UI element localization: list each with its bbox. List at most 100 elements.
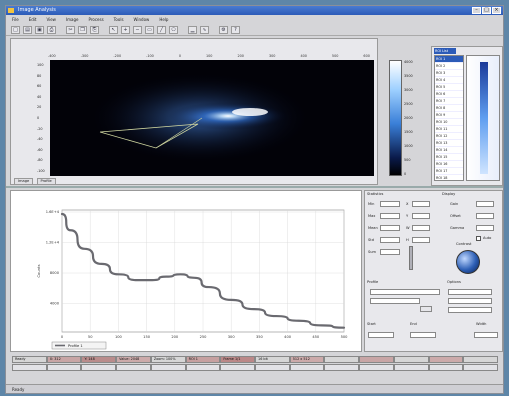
roi-list-item[interactable]: ROI 11 xyxy=(435,126,463,133)
polygon-icon[interactable]: ⬠ xyxy=(169,26,178,34)
menu-window[interactable]: Window xyxy=(134,16,150,24)
roi-list-item[interactable]: ROI 2 xyxy=(435,63,463,70)
h-field[interactable] xyxy=(412,237,430,243)
image-x-tick: 400 xyxy=(300,54,307,58)
settings-icon[interactable]: ⚙ xyxy=(219,26,228,34)
auto-checkbox[interactable] xyxy=(476,236,481,241)
zoom-in-icon[interactable]: + xyxy=(121,26,130,34)
splitter[interactable] xyxy=(6,186,503,188)
status-cell: 16 bit xyxy=(255,356,290,363)
y-field[interactable] xyxy=(412,213,430,219)
vertical-slider[interactable] xyxy=(409,246,413,270)
roi-list-item[interactable]: ROI 16 xyxy=(435,161,463,168)
roi-list-item[interactable]: ROI 4 xyxy=(435,77,463,84)
roi-icon[interactable]: ▭ xyxy=(145,26,154,34)
gain-field[interactable] xyxy=(476,201,494,207)
width-field[interactable] xyxy=(474,332,498,338)
roi-list-item[interactable]: ROI 14 xyxy=(435,147,463,154)
close-button[interactable]: × xyxy=(492,7,501,14)
help-icon[interactable]: ? xyxy=(231,26,240,34)
option-field-1[interactable] xyxy=(448,289,492,295)
roi-list-item[interactable]: ROI 15 xyxy=(435,154,463,161)
image-canvas[interactable] xyxy=(50,60,374,176)
width-label: Width xyxy=(476,322,487,326)
menu-edit[interactable]: Edit xyxy=(29,16,37,24)
colorbar-tick: 0 xyxy=(404,172,407,176)
maximize-button[interactable]: □ xyxy=(482,7,491,14)
std-field[interactable] xyxy=(380,237,400,243)
offset-field[interactable] xyxy=(476,213,494,219)
contrast-knob[interactable] xyxy=(456,250,480,274)
menu-process[interactable]: Process xyxy=(88,16,103,24)
apply-button[interactable] xyxy=(420,306,432,312)
option-field-2[interactable] xyxy=(448,298,492,304)
save-icon[interactable]: ▣ xyxy=(35,26,44,34)
profile-select[interactable] xyxy=(370,289,440,295)
option-field-3[interactable] xyxy=(448,307,492,313)
status-cell-secondary xyxy=(463,364,499,371)
roi-list-item[interactable]: ROI 3 xyxy=(435,70,463,77)
new-icon[interactable]: □ xyxy=(11,26,20,34)
tab-image[interactable]: Image xyxy=(14,178,34,185)
profile-icon[interactable]: ∿ xyxy=(200,26,209,34)
plot-x-tick-label: 100 xyxy=(115,335,123,339)
image-x-tick: 100 xyxy=(205,54,213,58)
application-window: Image Analysis – □ × File Edit View Imag… xyxy=(5,5,504,394)
menu-help[interactable]: Help xyxy=(159,16,168,24)
cut-icon[interactable]: ✂ xyxy=(66,26,75,34)
histogram-icon[interactable]: ▁ xyxy=(188,26,197,34)
gain-label: Gain xyxy=(450,202,459,206)
offset-label: Offset xyxy=(450,214,461,218)
profile-plot[interactable]: 0 50 100 150 200 250 300 350 400 450 500 1.6E+4 1.2E… xyxy=(10,190,362,352)
copy-icon[interactable]: ❐ xyxy=(78,26,87,34)
tab-profile[interactable]: Profile xyxy=(36,178,56,185)
open-icon[interactable]: ▤ xyxy=(23,26,32,34)
roi-list-item[interactable]: ROI 9 xyxy=(435,112,463,119)
sum-field[interactable] xyxy=(380,249,400,255)
zoom-out-icon[interactable]: − xyxy=(133,26,142,34)
colorbar-tick: 2000 xyxy=(404,116,413,120)
line-icon[interactable]: ╱ xyxy=(157,26,166,34)
roi-list[interactable]: ROI 1 ROI 2 ROI 3 ROI 4 ROI 5 ROI 6 ROI 7 ROI 8… xyxy=(434,55,464,181)
toolbar-separator xyxy=(181,26,185,34)
pos-label-w: W xyxy=(406,226,410,230)
print-icon[interactable]: ⎙ xyxy=(47,26,56,34)
roi-list-item[interactable]: ROI 5 xyxy=(435,84,463,91)
roi-detail xyxy=(466,55,500,181)
status-cell xyxy=(393,356,429,363)
x-field[interactable] xyxy=(412,201,430,207)
display-group-label: Display xyxy=(442,192,456,196)
data-status-strip-2 xyxy=(12,364,499,371)
roi-list-item[interactable]: ROI 1 xyxy=(435,56,463,63)
roi-list-item[interactable]: ROI 12 xyxy=(435,133,463,140)
roi-list-item[interactable]: ROI 7 xyxy=(435,98,463,105)
image-x-tick: -300 xyxy=(80,54,89,58)
image-y-tick: 0 xyxy=(37,115,40,120)
title-bar[interactable]: Image Analysis – □ × xyxy=(6,6,503,15)
roi-list-item[interactable]: ROI 10 xyxy=(435,119,463,126)
w-field[interactable] xyxy=(412,225,430,231)
toolbar-separator xyxy=(102,26,106,34)
roi-list-item[interactable]: ROI 18 xyxy=(435,175,463,180)
status-cell-secondary xyxy=(185,364,221,371)
roi-list-item[interactable]: ROI 17 xyxy=(435,168,463,175)
max-field[interactable] xyxy=(380,213,400,219)
roi-list-item[interactable]: ROI 6 xyxy=(435,91,463,98)
paste-icon[interactable]: ⎘ xyxy=(90,26,99,34)
menu-image[interactable]: Image xyxy=(66,16,79,24)
min-field[interactable] xyxy=(380,201,400,207)
pointer-icon[interactable]: ↖ xyxy=(109,26,118,34)
profile-option-field[interactable] xyxy=(370,298,420,304)
menu-tools[interactable]: Tools xyxy=(114,16,124,24)
gamma-field[interactable] xyxy=(476,225,494,231)
auto-label: Auto xyxy=(483,236,492,240)
minimize-button[interactable]: – xyxy=(472,7,481,14)
toolbar-separator xyxy=(212,26,216,34)
mean-field[interactable] xyxy=(380,225,400,231)
roi-list-item[interactable]: ROI 8 xyxy=(435,105,463,112)
roi-list-item[interactable]: ROI 13 xyxy=(435,140,463,147)
end-field[interactable] xyxy=(410,332,436,338)
start-field[interactable] xyxy=(368,332,394,338)
menu-view[interactable]: View xyxy=(46,16,56,24)
menu-file[interactable]: File xyxy=(12,16,19,24)
